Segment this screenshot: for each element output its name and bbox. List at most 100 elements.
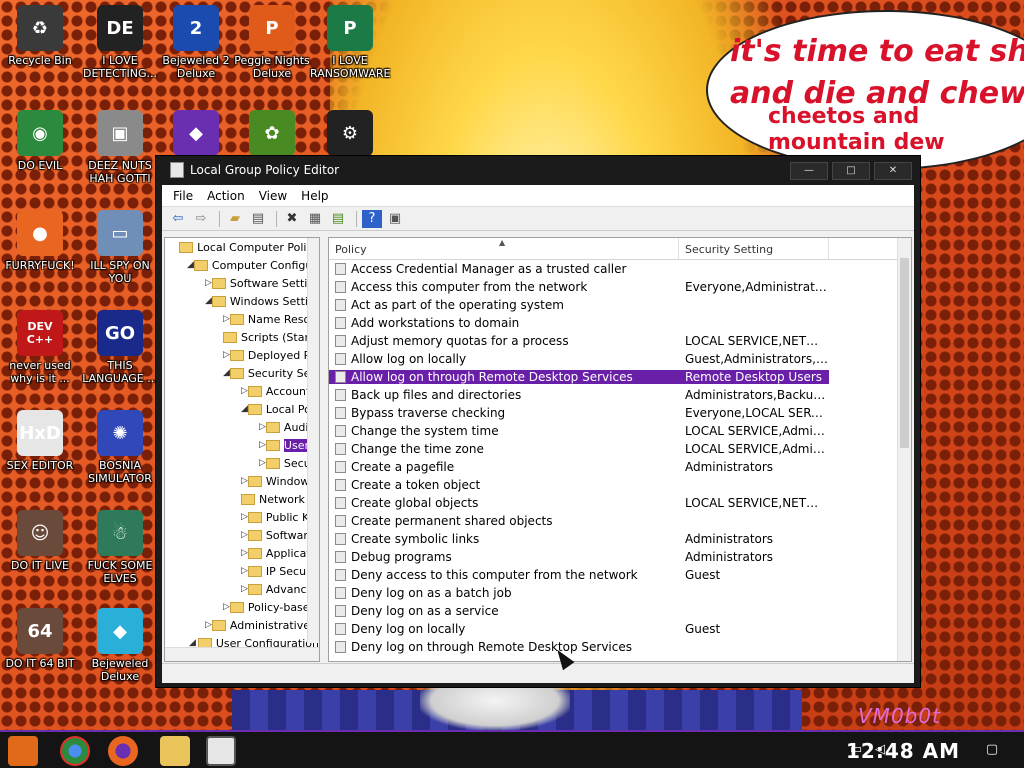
console-icon[interactable]: ▣ <box>385 210 405 228</box>
tree-horizontal-scrollbar[interactable] <box>165 647 319 661</box>
desktop-shortcut[interactable]: ◆ <box>156 110 236 159</box>
tree-vertical-scrollbar[interactable] <box>307 238 319 643</box>
desktop-shortcut[interactable]: ▣ DEEZ NUTS HAH GOTTI <box>80 110 160 185</box>
desktop-shortcut[interactable]: ● FURRYFUCK! <box>0 210 80 272</box>
expanded-arrow-icon[interactable]: ◢ <box>187 260 194 270</box>
policy-row[interactable]: Access Credential Manager as a trusted c… <box>329 260 911 278</box>
desktop-shortcut[interactable]: GO THIS LANGUAGE ... <box>80 310 160 385</box>
export-icon[interactable]: ▤ <box>328 210 348 228</box>
tree-node[interactable]: ▷Audit Policy <box>165 418 319 436</box>
taskbar-clock[interactable]: 12:48 AM <box>846 739 960 763</box>
firefox-icon[interactable] <box>108 736 138 766</box>
minimize-button[interactable]: — <box>790 162 828 180</box>
tree-node[interactable]: Local Computer Policy <box>165 238 319 256</box>
policy-row[interactable]: Deny log on as a batch job <box>329 584 911 602</box>
close-button[interactable]: ✕ <box>874 162 912 180</box>
up-folder-icon[interactable]: ▰ <box>225 210 245 228</box>
back-icon[interactable]: ⇦ <box>168 210 188 228</box>
tree-node[interactable]: ▷ Software Settings <box>165 274 319 292</box>
start-icon[interactable] <box>8 736 38 766</box>
properties-icon[interactable]: ▦ <box>305 210 325 228</box>
tree-node[interactable]: ▷Deployed Printers <box>165 346 319 364</box>
desktop-shortcut[interactable]: ◆ Bejeweled Deluxe <box>80 608 160 683</box>
tree-node[interactable]: ▷Public Key Policies <box>165 508 319 526</box>
tree-node[interactable]: Scripts (Startup/Shutdown) <box>165 328 319 346</box>
desktop-shortcut[interactable]: ✿ <box>232 110 312 159</box>
tree-node[interactable]: ▷IP Security Policies <box>165 562 319 580</box>
tree-node[interactable]: ▷User Rights Assignment <box>165 436 319 454</box>
desktop-shortcut[interactable]: 64 DO IT 64 BIT <box>0 608 80 670</box>
expanded-arrow-icon[interactable]: ◢ <box>205 296 212 306</box>
expanded-arrow-icon[interactable]: ◢ <box>223 368 230 378</box>
chrome-icon[interactable] <box>60 736 90 766</box>
policy-row[interactable]: Create a pagefile Administrators <box>329 458 911 476</box>
desktop-shortcut[interactable]: P Peggle Nights Deluxe <box>232 5 312 80</box>
collapsed-arrow-icon[interactable]: ▷ <box>223 314 230 324</box>
tree-node[interactable]: ◢ Windows Settings <box>165 292 319 310</box>
desktop-shortcut[interactable]: ☺ DO IT LIVE <box>0 510 80 572</box>
tree-node[interactable]: ▷Policy-based QoS <box>165 598 319 616</box>
desktop-shortcut[interactable]: DEV C++ never used why is it ... <box>0 310 80 385</box>
show-hide-tree-icon[interactable]: ▤ <box>248 210 268 228</box>
desktop-shortcut[interactable]: P I LOVE RANSOMWARE <box>310 5 390 80</box>
notification-icon[interactable]: ▢ <box>984 742 1000 758</box>
policy-row[interactable]: Bypass traverse checking Everyone,LOCAL S… <box>329 404 911 422</box>
collapsed-arrow-icon[interactable]: ▷ <box>241 512 248 522</box>
desktop-shortcut[interactable]: ☃ FUCK SOME ELVES <box>80 510 160 585</box>
policy-row[interactable]: Change the time zone LOCAL SERVICE,Admini… <box>329 440 911 458</box>
policy-row[interactable]: Deny log on locally Guest <box>329 620 911 638</box>
menu-help[interactable]: Help <box>294 189 335 203</box>
desktop-shortcut[interactable]: HxD SEX EDITOR <box>0 410 80 472</box>
collapsed-arrow-icon[interactable]: ▷ <box>241 530 248 540</box>
desktop-shortcut[interactable]: ▭ ILL SPY ON YOU <box>80 210 160 285</box>
policy-row[interactable]: Change the system time LOCAL SERVICE,Admi… <box>329 422 911 440</box>
column-security-setting[interactable]: Security Setting <box>679 238 829 259</box>
collapsed-arrow-icon[interactable]: ▷ <box>259 440 266 450</box>
policy-row[interactable]: Create symbolic links Administrators <box>329 530 911 548</box>
tree-node[interactable]: ▷Application Control Policies <box>165 544 319 562</box>
tree-node[interactable]: ◢Local Policies <box>165 400 319 418</box>
collapsed-arrow-icon[interactable]: ▷ <box>205 278 212 288</box>
policy-row[interactable]: Back up files and directories Administrat… <box>329 386 911 404</box>
desktop-shortcut[interactable]: 2 Bejeweled 2 Deluxe <box>156 5 236 80</box>
collapsed-arrow-icon[interactable]: ▷ <box>241 566 248 576</box>
tree-node[interactable]: ▷Name Resolution Policy <box>165 310 319 328</box>
tree-node[interactable]: ◢ Computer Configuration <box>165 256 319 274</box>
policy-row[interactable]: Access this computer from the network Eve… <box>329 278 911 296</box>
expanded-arrow-icon[interactable]: ◢ <box>241 404 248 414</box>
tree-node[interactable]: Network List Manager Policies <box>165 490 319 508</box>
title-bar[interactable]: Local Group Policy Editor — □ ✕ <box>156 156 920 184</box>
group-policy-icon[interactable] <box>206 736 236 766</box>
policy-row[interactable]: Deny access to this computer from the ne… <box>329 566 911 584</box>
policy-row[interactable]: Adjust memory quotas for a process LOCAL … <box>329 332 911 350</box>
delete-icon[interactable]: ✖ <box>282 210 302 228</box>
desktop-shortcut[interactable]: DE I LOVE DETECTING... <box>80 5 160 80</box>
menu-action[interactable]: Action <box>200 189 252 203</box>
tree-node[interactable]: ▷Software Restriction Policies <box>165 526 319 544</box>
tree-node[interactable]: ▷Windows Defender Firewall <box>165 472 319 490</box>
policy-row[interactable]: Create global objects LOCAL SERVICE,NETWO… <box>329 494 911 512</box>
policy-row[interactable]: Create permanent shared objects <box>329 512 911 530</box>
collapsed-arrow-icon[interactable]: ▷ <box>259 422 266 432</box>
desktop-shortcut[interactable]: ◉ DO EVIL <box>0 110 80 172</box>
desktop-shortcut[interactable]: ⚙ <box>310 110 390 159</box>
policy-row[interactable]: Add workstations to domain <box>329 314 911 332</box>
policy-row[interactable]: Allow log on through Remote Desktop Serv… <box>329 368 911 386</box>
collapsed-arrow-icon[interactable]: ▷ <box>241 476 248 486</box>
collapsed-arrow-icon[interactable]: ▷ <box>241 548 248 558</box>
policy-row[interactable]: Deny log on as a service <box>329 602 911 620</box>
collapsed-arrow-icon[interactable]: ▷ <box>223 602 230 612</box>
menu-view[interactable]: View <box>252 189 294 203</box>
desktop-shortcut[interactable]: ✺ BOSNIA SIMULATOR <box>80 410 160 485</box>
collapsed-arrow-icon[interactable]: ▷ <box>259 458 266 468</box>
tree-node[interactable]: ▷Advanced Audit Policy <box>165 580 319 598</box>
policy-row[interactable]: Allow log on locally Guest,Administrators… <box>329 350 911 368</box>
desktop-shortcut[interactable]: ♻ Recycle Bin <box>0 5 80 67</box>
tree-node[interactable]: ▷Administrative Templates <box>165 616 319 634</box>
collapsed-arrow-icon[interactable]: ▷ <box>223 350 230 360</box>
help-icon[interactable]: ? <box>362 209 382 228</box>
forward-icon[interactable]: ⇨ <box>191 210 211 228</box>
policy-row[interactable]: Debug programs Administrators <box>329 548 911 566</box>
policy-row[interactable]: Create a token object <box>329 476 911 494</box>
menu-file[interactable]: File <box>166 189 200 203</box>
